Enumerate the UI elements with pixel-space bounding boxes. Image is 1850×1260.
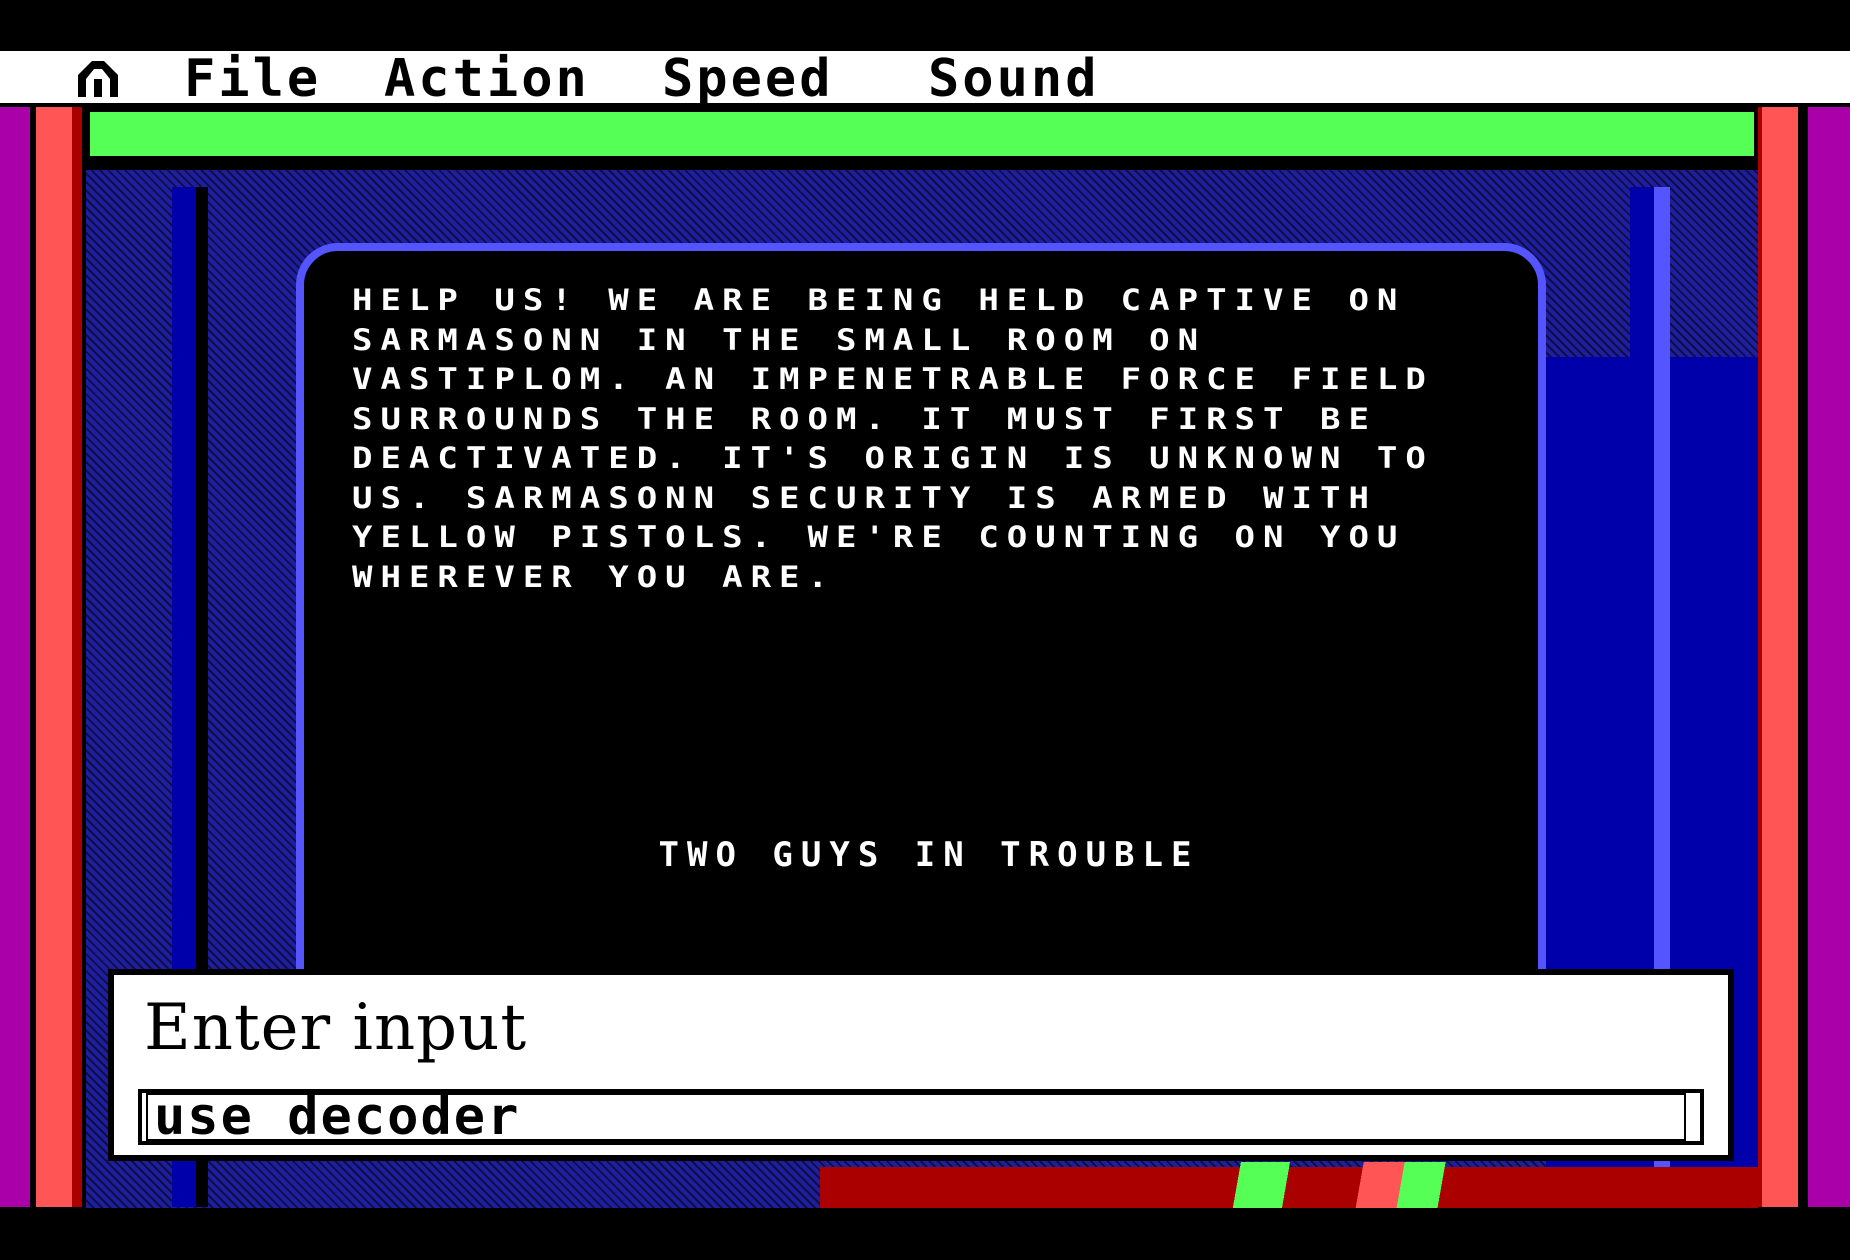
command-input[interactable] bbox=[146, 1093, 1686, 1141]
input-dialog: Enter input bbox=[108, 969, 1734, 1161]
message-signature: Two guys in trouble bbox=[658, 835, 1200, 875]
menu-file[interactable]: File bbox=[184, 53, 321, 105]
green-ceiling-panel bbox=[86, 108, 1758, 160]
right-magenta-wall bbox=[1808, 107, 1850, 1207]
bottom-bar bbox=[0, 1208, 1850, 1260]
left-red-pillar-shadow bbox=[72, 107, 82, 1207]
left-red-pillar bbox=[36, 107, 72, 1207]
wall-divider bbox=[1798, 107, 1808, 1207]
menu-speed[interactable]: Speed bbox=[662, 53, 834, 105]
left-magenta-wall bbox=[0, 107, 30, 1207]
sierra-logo-icon[interactable] bbox=[72, 57, 124, 101]
encoded-message-text: Help us! We are being held captive on Sa… bbox=[352, 283, 1463, 595]
menu-bar: File Action Speed Sound bbox=[0, 51, 1850, 107]
message-screen: Help us! We are being held captive on Sa… bbox=[296, 243, 1546, 1003]
menu-action[interactable]: Action bbox=[384, 53, 590, 105]
input-box bbox=[138, 1089, 1704, 1145]
right-red-pillar bbox=[1762, 107, 1798, 1207]
dialog-title: Enter input bbox=[144, 991, 528, 1065]
menu-sound[interactable]: Sound bbox=[928, 53, 1100, 105]
